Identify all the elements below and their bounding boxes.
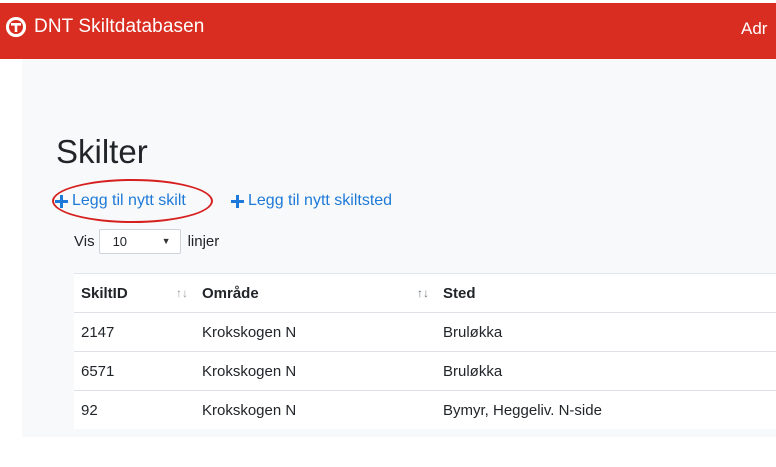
sort-icon[interactable]: ↑↓ xyxy=(417,286,429,300)
plus-icon xyxy=(231,194,244,208)
column-header-sted[interactable]: Sted xyxy=(436,274,776,312)
dnt-logo-icon xyxy=(6,17,26,37)
page-length-control: Vis 10 ▼ linjer xyxy=(74,229,219,254)
chevron-down-icon: ▼ xyxy=(161,236,171,246)
column-header-label: SkiltID xyxy=(81,284,128,302)
table-header-row: SkiltID ↑↓ Område ↑↓ Sted xyxy=(74,273,776,312)
length-suffix: linjer xyxy=(187,233,220,250)
page-length-value: 10 xyxy=(112,234,128,249)
table-row[interactable]: 2147 Krokskogen N Bruløkka xyxy=(74,312,776,351)
add-sign-location-label: Legg til nytt skiltsted xyxy=(248,192,393,209)
cell-omrade: Krokskogen N xyxy=(202,401,297,419)
table-row[interactable]: 92 Krokskogen N Bymyr, Heggeliv. N-side xyxy=(74,390,776,429)
cell-skiltid: 6571 xyxy=(81,362,115,380)
column-header-omrade[interactable]: Område ↑↓ xyxy=(195,274,436,312)
brand-title: DNT Skiltdatabasen xyxy=(34,16,205,37)
add-sign-link[interactable]: Legg til nytt skilt xyxy=(55,192,186,210)
page-length-select[interactable]: 10 ▼ xyxy=(98,229,181,254)
sort-icon[interactable]: ↑↓ xyxy=(176,286,188,300)
cell-sted: Bymyr, Heggeliv. N-side xyxy=(443,401,602,419)
add-sign-location-link[interactable]: Legg til nytt skiltsted xyxy=(231,192,392,210)
column-header-label: Sted xyxy=(443,284,476,302)
column-header-skiltid[interactable]: SkiltID ↑↓ xyxy=(74,274,195,312)
brand-link[interactable]: DNT Skiltdatabasen xyxy=(6,16,204,38)
cell-sted: Bruløkka xyxy=(443,323,503,341)
page-title: Skilter xyxy=(56,133,148,170)
cell-omrade: Krokskogen N xyxy=(202,323,297,341)
column-header-label: Område xyxy=(202,284,259,302)
length-prefix: Vis xyxy=(74,233,95,250)
cell-skiltid: 92 xyxy=(81,401,98,419)
table-row[interactable]: 6571 Krokskogen N Bruløkka xyxy=(74,351,776,390)
top-navbar: DNT Skiltdatabasen Adr xyxy=(0,0,776,59)
admin-nav-link[interactable]: Adr xyxy=(741,19,767,39)
cell-sted: Bruløkka xyxy=(443,362,503,380)
cell-skiltid: 2147 xyxy=(81,323,115,341)
plus-icon xyxy=(55,194,68,208)
signs-table: SkiltID ↑↓ Område ↑↓ Sted 2147 Krokskoge… xyxy=(74,273,776,429)
cell-omrade: Krokskogen N xyxy=(202,362,297,380)
add-sign-label: Legg til nytt skilt xyxy=(72,192,186,209)
